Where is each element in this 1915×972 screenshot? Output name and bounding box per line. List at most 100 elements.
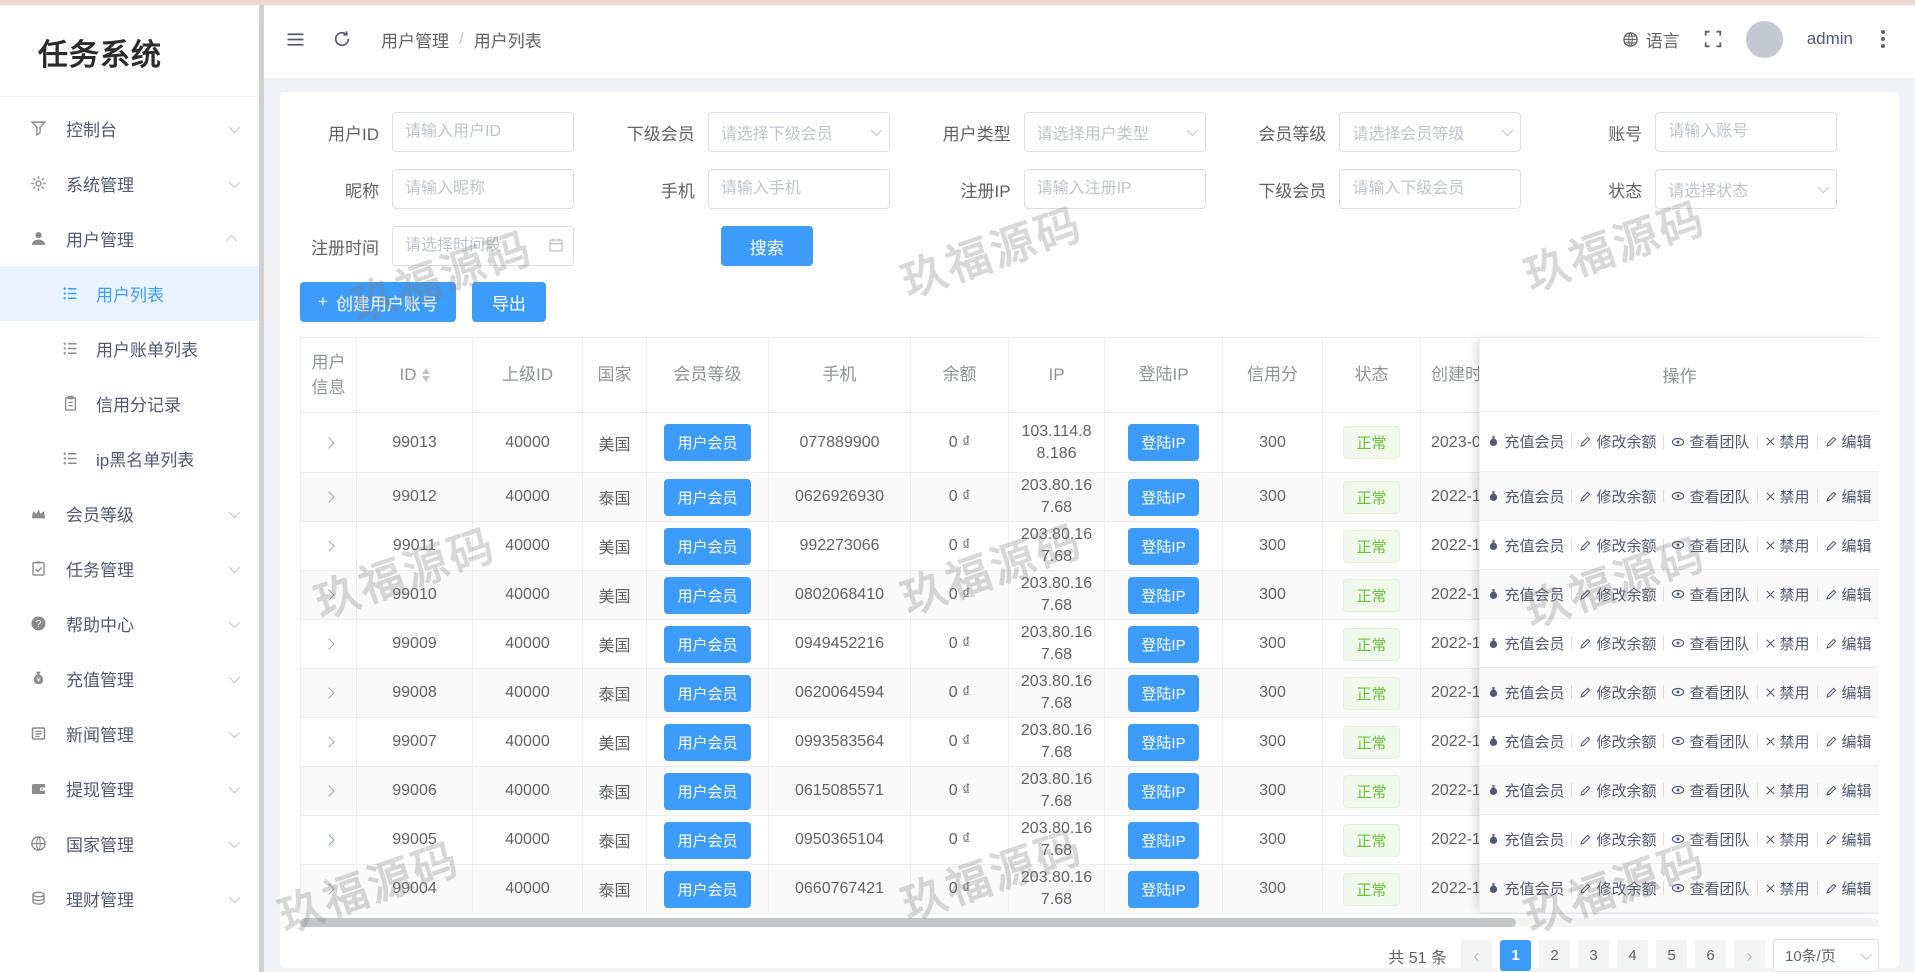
fullscreen-icon[interactable] — [1704, 30, 1722, 48]
member-level-button[interactable]: 用户会员 — [664, 822, 750, 859]
register-ip-input[interactable] — [1024, 169, 1206, 209]
sort-icon[interactable] — [422, 368, 430, 382]
disable-link[interactable]: 禁用 — [1765, 829, 1810, 850]
disable-link[interactable]: 禁用 — [1765, 731, 1810, 752]
sidebar-item-news-management[interactable]: 新闻管理 — [0, 706, 259, 761]
disable-link[interactable]: 禁用 — [1765, 584, 1810, 605]
sidebar-item-user-list[interactable]: 用户列表 — [0, 266, 259, 321]
disable-link[interactable]: 禁用 — [1765, 486, 1810, 507]
modify-balance-link[interactable]: 修改余额 — [1579, 682, 1656, 703]
sidebar-item-task-management[interactable]: 任务管理 — [0, 541, 259, 596]
member-level-button[interactable]: 用户会员 — [664, 773, 750, 810]
refresh-icon[interactable] — [333, 30, 351, 48]
page-button-6[interactable]: 6 — [1695, 940, 1726, 971]
page-button-3[interactable]: 3 — [1578, 940, 1609, 971]
recharge-member-link[interactable]: 充值会员 — [1487, 633, 1564, 654]
expand-row-icon[interactable] — [323, 437, 334, 448]
register-time-input[interactable] — [392, 226, 574, 266]
disable-link[interactable]: 禁用 — [1765, 431, 1810, 452]
sidebar-item-country-management[interactable]: 国家管理 — [0, 816, 259, 871]
avatar[interactable] — [1746, 21, 1783, 58]
member-level-select[interactable]: 请选择会员等级 — [1339, 112, 1521, 152]
login-ip-button[interactable]: 登陆IP — [1128, 479, 1198, 516]
sidebar-item-finance-management[interactable]: 理财管理 — [0, 871, 259, 926]
recharge-member-link[interactable]: 充值会员 — [1487, 486, 1564, 507]
status-select[interactable]: 请选择状态 — [1655, 169, 1837, 209]
edit-link[interactable]: 编辑 — [1825, 431, 1872, 452]
view-team-link[interactable]: 查看团队 — [1671, 682, 1749, 703]
modify-balance-link[interactable]: 修改余额 — [1579, 486, 1656, 507]
sidebar-scrollbar[interactable] — [259, 0, 264, 972]
sidebar-item-ip-blacklist[interactable]: ip黑名单列表 — [0, 431, 259, 486]
sidebar-item-recharge-management[interactable]: ¥ 充值管理 — [0, 651, 259, 706]
disable-link[interactable]: 禁用 — [1765, 780, 1810, 801]
edit-link[interactable]: 编辑 — [1825, 878, 1872, 899]
recharge-member-link[interactable]: 充值会员 — [1487, 878, 1564, 899]
search-button[interactable]: 搜索 — [721, 226, 813, 266]
member-level-button[interactable]: 用户会员 — [664, 626, 750, 663]
login-ip-button[interactable]: 登陆IP — [1128, 424, 1198, 461]
sidebar-item-user-bill-list[interactable]: 用户账单列表 — [0, 321, 259, 376]
modify-balance-link[interactable]: 修改余额 — [1579, 584, 1656, 605]
view-team-link[interactable]: 查看团队 — [1671, 486, 1749, 507]
modify-balance-link[interactable]: 修改余额 — [1579, 829, 1656, 850]
modify-balance-link[interactable]: 修改余额 — [1579, 535, 1656, 556]
edit-link[interactable]: 编辑 — [1825, 633, 1872, 654]
page-button-1[interactable]: 1 — [1500, 940, 1531, 971]
expand-row-icon[interactable] — [323, 736, 334, 747]
view-team-link[interactable]: 查看团队 — [1671, 829, 1749, 850]
register-time-picker[interactable] — [392, 226, 574, 266]
sidebar-item-users[interactable]: 用户管理 — [0, 211, 259, 266]
sidebar-item-system[interactable]: 系统管理 — [0, 156, 259, 211]
member-level-button[interactable]: 用户会员 — [664, 479, 750, 516]
edit-link[interactable]: 编辑 — [1825, 486, 1872, 507]
sidebar-item-help-center[interactable]: ? 帮助中心 — [0, 596, 259, 651]
recharge-member-link[interactable]: 充值会员 — [1487, 682, 1564, 703]
edit-link[interactable]: 编辑 — [1825, 535, 1872, 556]
expand-row-icon[interactable] — [323, 687, 334, 698]
edit-link[interactable]: 编辑 — [1825, 829, 1872, 850]
member-level-button[interactable]: 用户会员 — [664, 724, 750, 761]
phone-input[interactable] — [708, 169, 890, 209]
recharge-member-link[interactable]: 充值会员 — [1487, 431, 1564, 452]
expand-row-icon[interactable] — [323, 589, 334, 600]
disable-link[interactable]: 禁用 — [1765, 633, 1810, 654]
sidebar-item-withdraw-management[interactable]: 提现管理 — [0, 761, 259, 816]
view-team-link[interactable]: 查看团队 — [1671, 535, 1749, 556]
view-team-link[interactable]: 查看团队 — [1671, 731, 1749, 752]
view-team-link[interactable]: 查看团队 — [1671, 878, 1749, 899]
sub-member-input[interactable] — [1339, 169, 1521, 209]
modify-balance-link[interactable]: 修改余额 — [1579, 431, 1656, 452]
member-level-button[interactable]: 用户会员 — [664, 871, 750, 908]
recharge-member-link[interactable]: 充值会员 — [1487, 535, 1564, 556]
sub-member-select[interactable]: 请选择下级会员 — [708, 112, 890, 152]
page-button-4[interactable]: 4 — [1617, 940, 1648, 971]
view-team-link[interactable]: 查看团队 — [1671, 633, 1749, 654]
modify-balance-link[interactable]: 修改余额 — [1579, 633, 1656, 654]
member-level-button[interactable]: 用户会员 — [664, 528, 750, 565]
expand-row-icon[interactable] — [323, 638, 334, 649]
edit-link[interactable]: 编辑 — [1825, 731, 1872, 752]
recharge-member-link[interactable]: 充值会员 — [1487, 780, 1564, 801]
language-switcher[interactable]: 语言 — [1622, 27, 1680, 52]
prev-page-button[interactable]: ‹ — [1461, 940, 1492, 971]
login-ip-button[interactable]: 登陆IP — [1128, 675, 1198, 712]
page-button-2[interactable]: 2 — [1539, 940, 1570, 971]
page-size-select[interactable]: 10条/页 — [1773, 939, 1879, 972]
view-team-link[interactable]: 查看团队 — [1671, 584, 1749, 605]
login-ip-button[interactable]: 登陆IP — [1128, 577, 1198, 614]
modify-balance-link[interactable]: 修改余额 — [1579, 780, 1656, 801]
disable-link[interactable]: 禁用 — [1765, 535, 1810, 556]
more-options-icon[interactable] — [1877, 26, 1889, 52]
login-ip-button[interactable]: 登陆IP — [1128, 822, 1198, 859]
edit-link[interactable]: 编辑 — [1825, 780, 1872, 801]
login-ip-button[interactable]: 登陆IP — [1128, 773, 1198, 810]
login-ip-button[interactable]: 登陆IP — [1128, 528, 1198, 565]
hamburger-menu-icon[interactable] — [286, 31, 305, 48]
account-input[interactable] — [1655, 112, 1837, 152]
recharge-member-link[interactable]: 充值会员 — [1487, 731, 1564, 752]
export-button[interactable]: 导出 — [472, 282, 546, 322]
edit-link[interactable]: 编辑 — [1825, 682, 1872, 703]
recharge-member-link[interactable]: 充值会员 — [1487, 584, 1564, 605]
user-type-select[interactable]: 请选择用户类型 — [1024, 112, 1206, 152]
